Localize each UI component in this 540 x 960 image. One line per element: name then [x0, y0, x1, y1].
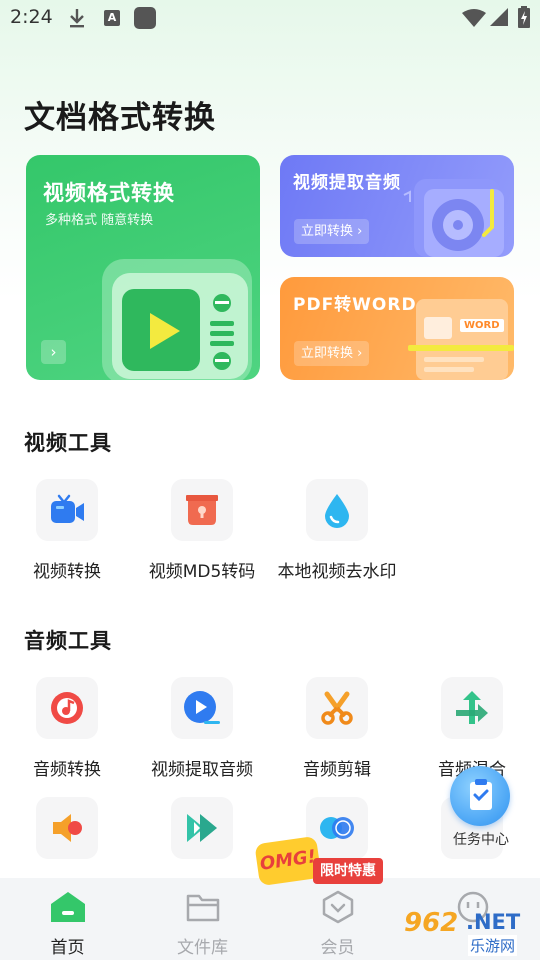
page-title: 文档格式转换 — [24, 100, 216, 136]
pdf-to-word-card[interactable]: PDF转WORD 立即转换 › WORD — [280, 277, 514, 380]
watermark-site: 乐游网 — [468, 935, 518, 956]
card-title: 视频格式转换 — [43, 181, 175, 205]
nav-label: 文件库 — [177, 938, 228, 958]
signal-icon — [490, 8, 508, 26]
task-center-label: 任务中心 — [453, 832, 509, 848]
merge-arrows-icon — [441, 677, 503, 739]
convert-now-button[interactable]: 立即转换 › — [294, 341, 370, 366]
record-player-illustration — [403, 179, 504, 257]
notification-a-icon: A — [104, 10, 120, 26]
tool-label: 音频剪辑 — [303, 760, 371, 780]
tool-extract-audio[interactable]: 视频提取音频 — [135, 677, 269, 780]
home-icon — [50, 892, 85, 922]
app-notification-icon — [134, 7, 156, 29]
task-center-button[interactable]: 任务中心 — [450, 766, 510, 852]
promo-label: 限时特惠 — [313, 858, 383, 884]
document-scan-illustration — [408, 299, 514, 380]
tool-video-convert[interactable]: 视频转换 — [0, 479, 134, 582]
clipboard-check-icon — [470, 779, 492, 810]
status-time: 2:24 — [10, 6, 53, 28]
fast-forward-icon — [171, 797, 233, 859]
tool-audio-convert[interactable]: 音频转换 — [0, 677, 134, 780]
folder-icon — [186, 894, 219, 922]
site-watermark: 962 .NET 乐游网 — [400, 908, 536, 956]
watermark-domain: .NET — [466, 910, 521, 934]
tool-audio-clip[interactable]: 音频剪辑 — [270, 677, 404, 780]
tool-audio-speed[interactable] — [135, 797, 269, 859]
battery-charging-icon — [518, 6, 530, 28]
limited-offer-promo[interactable]: OMG! 限时特惠 — [254, 835, 387, 887]
tool-label: 视频MD5转码 — [148, 562, 256, 582]
nav-file-library[interactable]: 文件库 — [135, 878, 270, 960]
tool-label: 本地视频去水印 — [277, 562, 397, 582]
tool-label: 视频提取音频 — [151, 760, 253, 780]
extract-audio-card[interactable]: 视频提取音频 立即转换 › — [280, 155, 514, 257]
lock-box-icon — [171, 479, 233, 541]
card-arrow-button[interactable]: › — [41, 340, 66, 364]
nav-label: 首页 — [50, 938, 85, 958]
tool-video-md5[interactable]: 视频MD5转码 — [135, 479, 269, 582]
video-camera-icon — [36, 479, 98, 541]
play-circle-icon — [171, 677, 233, 739]
task-center-bubble — [450, 766, 510, 826]
download-icon — [70, 9, 84, 28]
speaker-icon — [36, 797, 98, 859]
wifi-icon — [462, 9, 486, 27]
status-bar: 2:24 A — [0, 0, 540, 36]
nav-home[interactable]: 首页 — [0, 878, 135, 960]
watermark-number: 962 — [404, 908, 459, 938]
video-format-convert-card[interactable]: 视频格式转换 多种格式 随意转换 › — [26, 155, 260, 380]
word-tag: WORD — [460, 319, 504, 332]
tool-audio-mix[interactable]: 音频混合 — [405, 677, 539, 780]
water-drop-icon — [306, 479, 368, 541]
scissors-icon — [306, 677, 368, 739]
nav-label: 会员 — [320, 938, 355, 958]
tool-label: 音频转换 — [33, 760, 101, 780]
tool-remove-watermark[interactable]: 本地视频去水印 — [270, 479, 404, 582]
nav-vip[interactable]: 会员 — [270, 878, 405, 960]
card-subtitle: 多种格式 随意转换 — [45, 213, 154, 228]
tool-label: 视频转换 — [33, 562, 101, 582]
video-tools-title: 视频工具 — [24, 431, 112, 455]
music-disc-icon — [36, 677, 98, 739]
omg-badge: OMG! — [254, 835, 322, 887]
audio-tools-title: 音频工具 — [24, 629, 112, 653]
tool-audio-volume[interactable] — [0, 797, 134, 859]
card-title: 视频提取音频 — [293, 173, 401, 193]
convert-now-button[interactable]: 立即转换 › — [294, 219, 370, 244]
vip-shield-icon — [322, 890, 353, 924]
tv-play-illustration — [102, 259, 252, 380]
card-title: PDF转WORD — [293, 295, 417, 315]
